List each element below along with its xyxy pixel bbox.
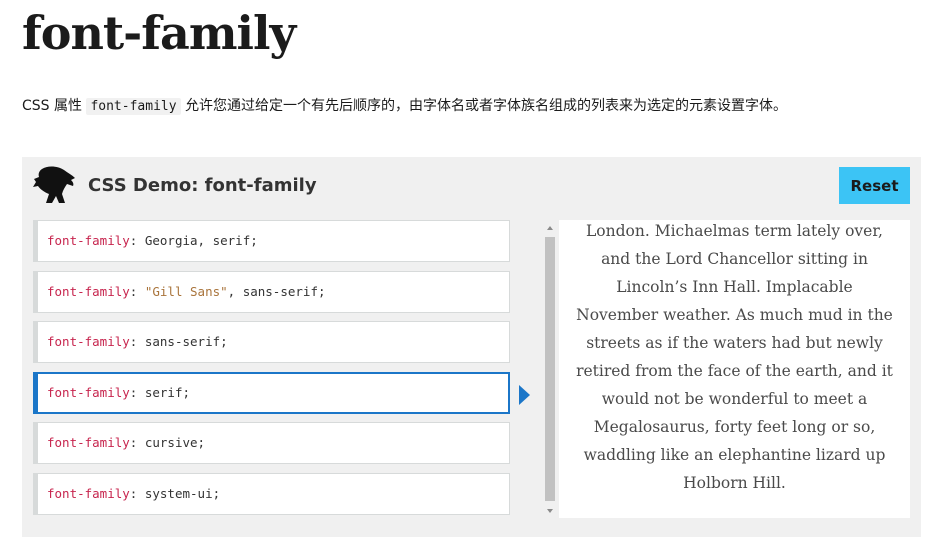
choice-str: "Gill Sans" — [144, 283, 228, 299]
choice-item[interactable]: font-family: serif; — [33, 371, 510, 414]
choice-prop: font-family — [47, 485, 130, 501]
demo-title: CSS Demo: font-family — [88, 175, 317, 196]
choice-item[interactable]: font-family: cursive; — [33, 422, 510, 465]
choice-colon: : — [129, 435, 145, 451]
intro-text-after: 允许您通过给定一个有先后顺序的，由字体名或者字体族名组成的列表来为选定的元素设置… — [180, 98, 787, 114]
choice-end: ; — [220, 334, 228, 350]
choice-colon: : — [129, 384, 145, 400]
scroll-up-arrow-icon[interactable] — [547, 226, 553, 230]
choice-end: ; — [317, 283, 326, 299]
choice-value: serif — [144, 384, 183, 400]
choice-item[interactable]: font-family: system-ui; — [33, 472, 510, 515]
choice-colon: : — [129, 233, 145, 248]
reset-button[interactable]: Reset — [839, 167, 910, 204]
intro-text-before: CSS 属性 — [22, 98, 87, 114]
choice-prop: font-family — [47, 435, 130, 451]
choice-value: cursive — [144, 435, 198, 451]
choice-prop: font-family — [47, 384, 130, 400]
output-preview: London. Michaelmas term lately over, and… — [559, 220, 910, 518]
choice-colon: : — [129, 283, 145, 299]
selected-arrow-icon — [519, 385, 530, 405]
dinosaur-logo-icon — [33, 166, 75, 203]
scroll-down-arrow-icon[interactable] — [547, 509, 553, 513]
choice-colon: : — [129, 485, 145, 501]
intro-inline-code: font-family — [86, 98, 181, 115]
css-demo-panel: CSS Demo: font-family Reset font-family:… — [22, 157, 921, 537]
output-text: London. Michaelmas term lately over, and… — [576, 222, 893, 492]
choice-value: Georgia, serif — [144, 233, 251, 248]
choice-list: font-family: Georgia, serif; font-family:… — [33, 220, 510, 524]
choice-item[interactable]: font-family: sans-serif; — [33, 321, 510, 364]
demo-header: CSS Demo: font-family Reset — [22, 157, 921, 215]
choice-end: ; — [197, 435, 206, 451]
choice-colon: : — [129, 334, 145, 350]
choice-prop: font-family — [47, 334, 130, 350]
choice-end: ; — [212, 485, 221, 501]
output-scrollbar[interactable] — [542, 220, 558, 518]
intro-paragraph: CSS 属性 font-family 允许您通过给定一个有先后顺序的，由字体名或… — [22, 94, 802, 119]
choice-end: ; — [250, 233, 258, 248]
choice-prop: font-family — [47, 233, 130, 248]
choice-value: sans-serif — [144, 334, 221, 350]
choice-value: , sans-serif — [227, 283, 318, 299]
scroll-thumb[interactable] — [545, 237, 555, 501]
choice-value: system-ui — [144, 485, 213, 501]
choice-end: ; — [182, 384, 191, 400]
choice-item[interactable]: font-family: "Gill Sans", sans-serif; — [33, 270, 510, 313]
page-title: font-family — [22, 6, 296, 60]
choice-prop: font-family — [47, 283, 130, 299]
choice-item[interactable]: font-family: Georgia, serif; — [33, 220, 510, 262]
